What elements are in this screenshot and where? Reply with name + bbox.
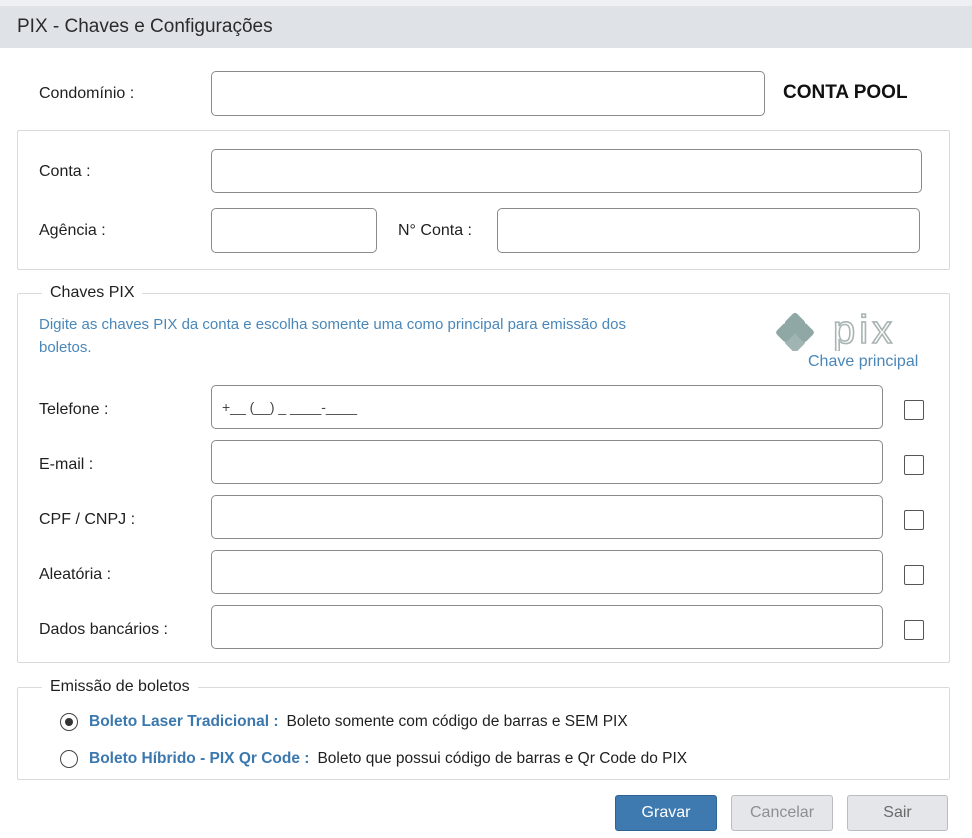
window-titlebar: PIX - Chaves e Configurações bbox=[0, 0, 972, 48]
email-principal-checkbox[interactable] bbox=[904, 455, 924, 475]
condominio-input[interactable] bbox=[211, 71, 765, 116]
chave-principal-caption: Chave principal bbox=[808, 353, 919, 370]
cpf-cnpj-input[interactable] bbox=[211, 495, 883, 539]
condominio-label: Condomínio : bbox=[39, 85, 135, 102]
cpf-cnpj-principal-checkbox[interactable] bbox=[904, 510, 924, 530]
agencia-label: Agência : bbox=[39, 222, 106, 239]
dados-bancarios-input[interactable] bbox=[211, 605, 883, 649]
radio-boleto-hibrido-desc: Boleto que possui código de barras e Qr … bbox=[317, 750, 688, 767]
conta-pool-badge: CONTA POOL bbox=[783, 82, 908, 103]
dados-bancarios-label: Dados bancários : bbox=[39, 621, 168, 638]
conta-label: Conta : bbox=[39, 163, 91, 180]
dados-bancarios-principal-checkbox[interactable] bbox=[904, 620, 924, 640]
radio-boleto-hibrido-title: Boleto Híbrido - PIX Qr Code : bbox=[89, 750, 310, 767]
radio-boleto-laser-title: Boleto Laser Tradicional : bbox=[89, 713, 279, 730]
exit-button[interactable]: Sair bbox=[847, 795, 948, 831]
aleatoria-principal-checkbox[interactable] bbox=[904, 565, 924, 585]
emissao-boletos-legend: Emissão de boletos bbox=[42, 678, 198, 696]
radio-boleto-laser-desc: Boleto somente com código de barras e SE… bbox=[286, 713, 628, 730]
conta-input[interactable] bbox=[211, 149, 922, 193]
radio-boleto-laser[interactable]: Boleto Laser Tradicional : Boleto soment… bbox=[60, 710, 628, 734]
numero-conta-label: N° Conta : bbox=[398, 222, 472, 239]
radio-boleto-hibrido[interactable]: Boleto Híbrido - PIX Qr Code : Boleto qu… bbox=[60, 747, 687, 771]
agencia-input[interactable] bbox=[211, 208, 377, 253]
telefone-label: Telefone : bbox=[39, 401, 109, 418]
radio-button[interactable] bbox=[60, 750, 78, 768]
window-title: PIX - Chaves e Configurações bbox=[17, 16, 273, 37]
numero-conta-input[interactable] bbox=[497, 208, 920, 253]
pix-logo-text: pix bbox=[833, 311, 896, 351]
save-button[interactable]: Gravar bbox=[615, 795, 717, 831]
cpf-cnpj-label: CPF / CNPJ : bbox=[39, 511, 136, 528]
cancel-button[interactable]: Cancelar bbox=[731, 795, 833, 831]
telefone-input[interactable] bbox=[211, 385, 883, 429]
chaves-pix-hint: Digite as chaves PIX da conta e escolha … bbox=[39, 316, 626, 356]
email-input[interactable] bbox=[211, 440, 883, 484]
radio-button[interactable] bbox=[60, 713, 78, 731]
telefone-principal-checkbox[interactable] bbox=[904, 400, 924, 420]
pix-logo-icon: pix bbox=[776, 311, 896, 351]
aleatoria-label: Aleatória : bbox=[39, 566, 112, 583]
chaves-pix-legend: Chaves PIX bbox=[42, 284, 143, 302]
aleatoria-input[interactable] bbox=[211, 550, 883, 594]
email-label: E-mail : bbox=[39, 456, 94, 473]
